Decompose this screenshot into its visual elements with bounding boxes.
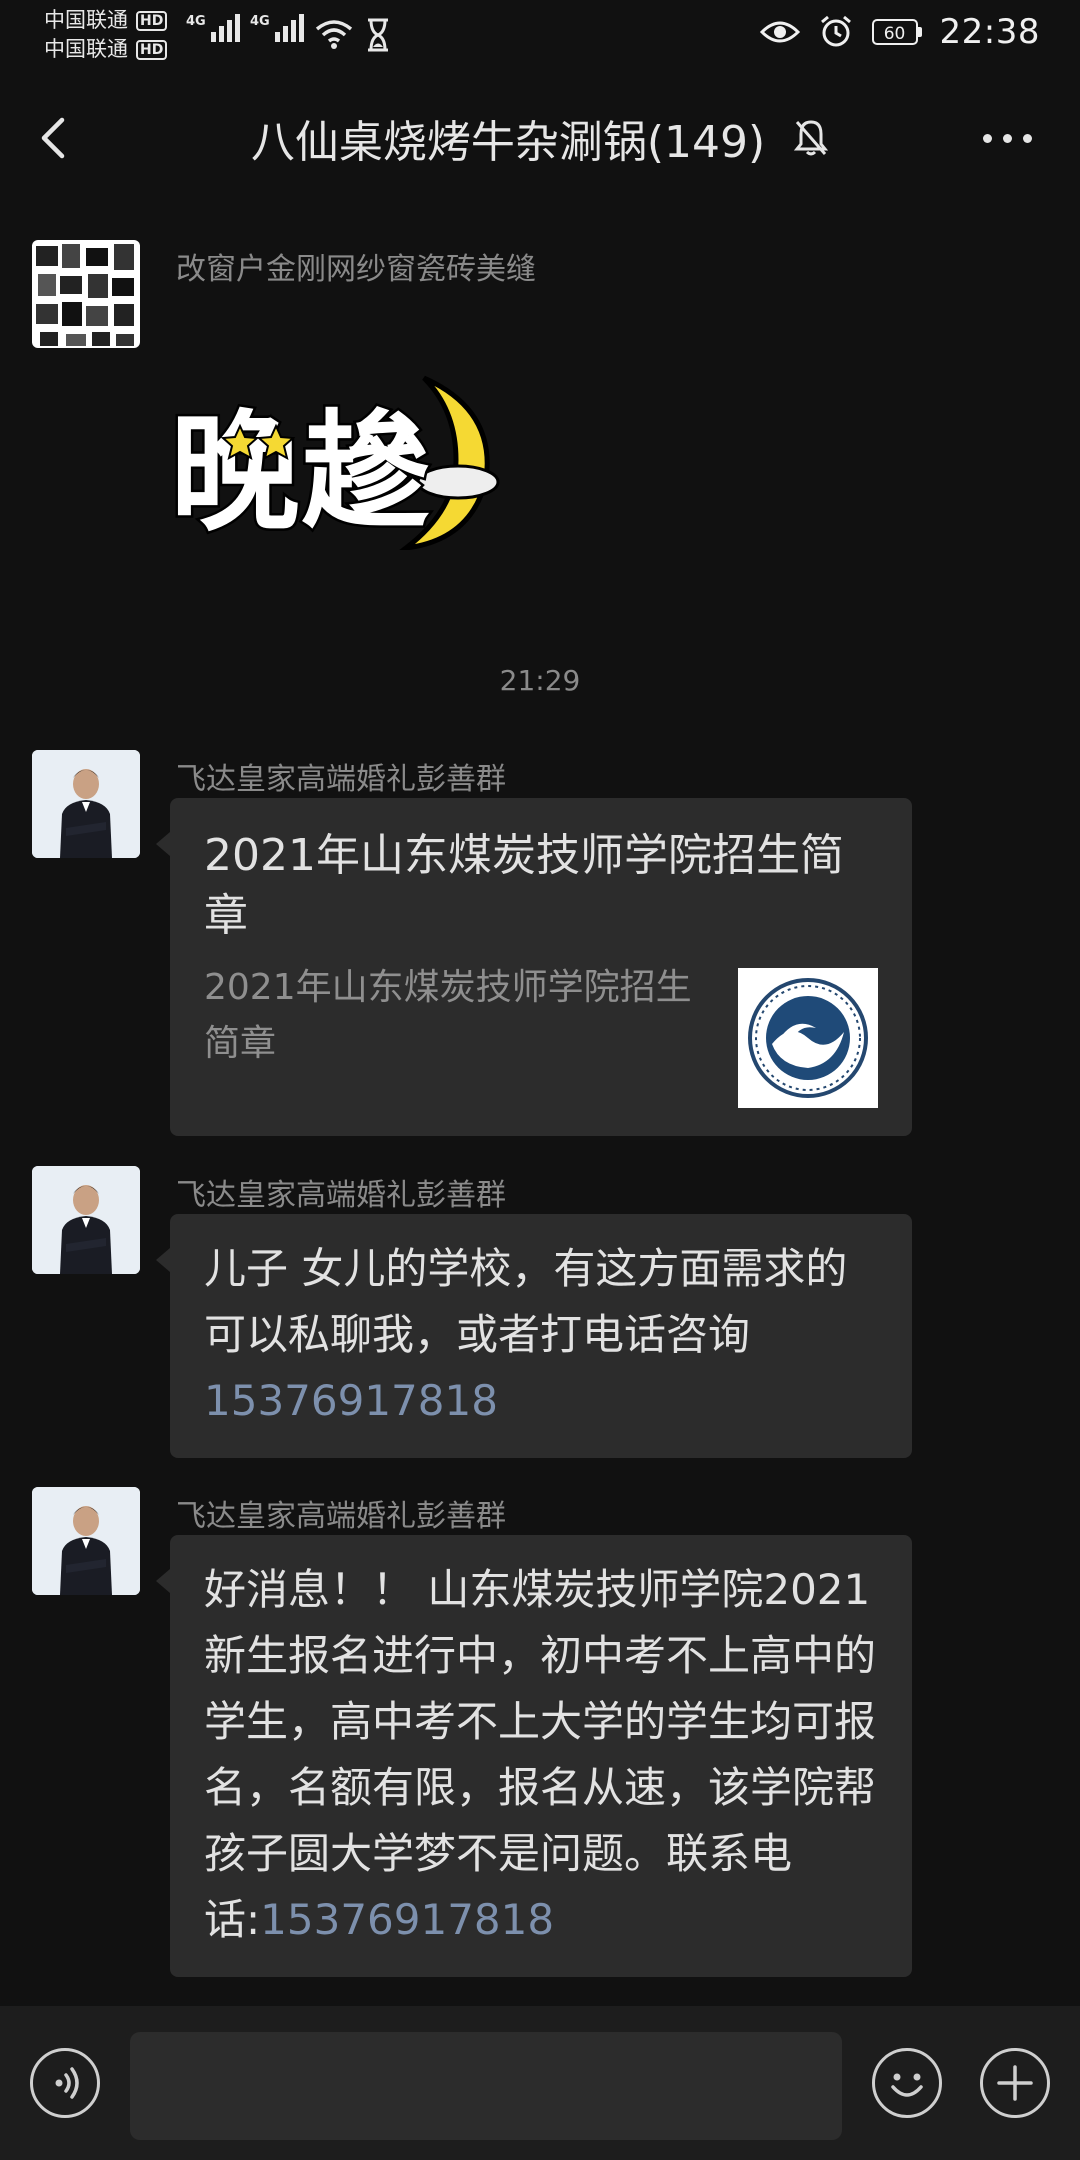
wifi-icon <box>315 20 353 49</box>
input-bar <box>0 2006 1080 2160</box>
sender-name: 改窗户金刚网纱窗瓷砖美缝 <box>176 252 536 287</box>
message-text: 飞达皇家高端婚礼彭善群 儿子 女儿的学校，有这方面需求的可以私聊我，或者打电话咨… <box>0 1166 1080 1458</box>
more-dots-icon[interactable] <box>983 134 1032 143</box>
plus-icon[interactable] <box>980 2048 1050 2118</box>
network-type-2: 4G <box>250 14 270 29</box>
sender-name: 飞达皇家高端婚礼彭善群 <box>176 1499 506 1534</box>
signal-icon-2: 4G <box>250 14 304 42</box>
phone-link[interactable]: 15376917818 <box>204 1376 498 1425</box>
carrier-name-2: 中国联通 <box>44 37 128 61</box>
chat-header: 八仙桌烧烤牛杂涮锅(149) <box>0 96 1080 180</box>
avatar[interactable] <box>32 240 140 348</box>
avatar[interactable] <box>32 1487 140 1595</box>
time-divider: 21:29 <box>499 664 581 697</box>
message-text: 儿子 女儿的学校，有这方面需求的可以私聊我，或者打电话咨询 <box>204 1244 848 1359</box>
carrier-info: 中国联通 HD 中国联通 HD <box>44 6 168 64</box>
hd-badge-1: HD <box>136 10 168 31</box>
status-right-group: 60 22:38 <box>759 12 1040 52</box>
message-input[interactable] <box>130 2032 842 2140</box>
message-bubble[interactable]: 好消息！！ 山东煤炭技师学院2021 新生报名进行中，初中考不上高中的学生，高中… <box>156 1535 912 1977</box>
status-time: 22:38 <box>939 12 1040 52</box>
alarm-icon <box>820 15 851 47</box>
bell-off-icon <box>794 120 829 156</box>
link-card[interactable]: 2021年山东煤炭技师学院招生简章 2021年山东煤炭技师学院招生简章 <box>156 798 912 1136</box>
signal-icon-1: 4G <box>186 14 240 42</box>
card-title: 2021年山东煤炭技师学院招生简章 <box>204 830 844 941</box>
card-description: 2021年山东煤炭技师学院招生简章 <box>204 967 692 1064</box>
carrier-row-2: 中国联通 HD <box>44 35 168 64</box>
sticker-text: 晚䟃 <box>170 397 430 549</box>
message-text: 好消息！！ 山东煤炭技师学院2021 新生报名进行中，初中考不上高中的学生，高中… <box>204 1565 877 1944</box>
school-logo-icon <box>748 978 868 1098</box>
hourglass-icon <box>368 18 388 52</box>
avatar[interactable] <box>32 1166 140 1274</box>
hd-badge-2: HD <box>136 39 168 60</box>
chat-title-wrap: 八仙桌烧烤牛杂涮锅(149) <box>0 106 1080 170</box>
card-thumbnail <box>738 968 878 1108</box>
avatar[interactable] <box>32 750 140 858</box>
message-bubble[interactable]: 儿子 女儿的学校，有这方面需求的可以私聊我，或者打电话咨询 15376917818 <box>156 1214 912 1458</box>
sender-name: 飞达皇家高端婚礼彭善群 <box>176 762 506 797</box>
carrier-name-1: 中国联通 <box>44 8 128 32</box>
message-sticker: 改窗户金刚网纱窗瓷砖美缝 晚䟃 <box>0 240 1080 570</box>
sticker-image[interactable]: 晚䟃 <box>166 370 506 552</box>
sender-name: 飞达皇家高端婚礼彭善群 <box>176 1178 506 1213</box>
carrier-row-1: 中国联通 HD <box>44 6 168 35</box>
chat-title: 八仙桌烧烤牛杂涮锅(149) <box>250 117 766 168</box>
message-text: 飞达皇家高端婚礼彭善群 好消息！！ 山东煤炭技师学院2021 新生报名进行中，初… <box>0 1487 1080 1977</box>
voice-icon[interactable] <box>30 2048 100 2118</box>
network-type-1: 4G <box>186 14 206 29</box>
message-body: 儿子 女儿的学校，有这方面需求的可以私聊我，或者打电话咨询 15376917818 <box>170 1214 912 1458</box>
message-body: 好消息！！ 山东煤炭技师学院2021 新生报名进行中，初中考不上高中的学生，高中… <box>170 1535 912 1977</box>
message-link-card: 飞达皇家高端婚礼彭善群 2021年山东煤炭技师学院招生简章 2021年山东煤炭技… <box>0 750 1080 1140</box>
battery-icon: 60 <box>871 19 922 45</box>
eye-icon <box>759 21 800 43</box>
phone-link[interactable]: 15376917818 <box>260 1895 554 1944</box>
emoji-icon[interactable] <box>872 2048 942 2118</box>
status-bar: 中国联通 HD 中国联通 HD 4G 4G 60 22:38 <box>0 0 1080 72</box>
battery-level: 60 <box>871 19 918 45</box>
